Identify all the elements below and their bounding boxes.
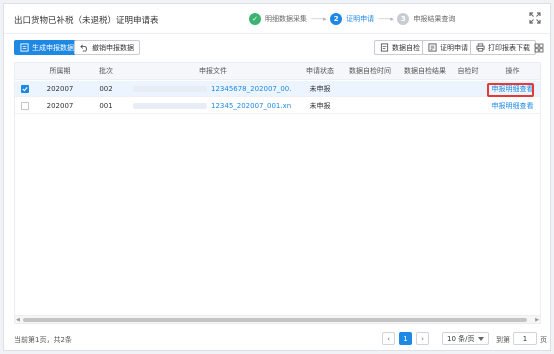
scroll-left-icon[interactable]: ◀	[16, 317, 20, 323]
cell-checker	[451, 81, 485, 96]
row-checkbox[interactable]	[21, 101, 29, 110]
redacted-file-prefix	[133, 85, 207, 92]
fullscreen-expand-icon[interactable]	[529, 12, 541, 24]
highlight-annotation-box	[487, 83, 534, 97]
step-number-2: 2	[330, 13, 343, 25]
declaration-table: 所属期 批次 申报文件 申请状态 数据自检时间 数据自检结果 自检时 操作 20…	[14, 62, 541, 324]
data-self-check-button[interactable]: 数据自检	[374, 40, 426, 55]
column-header-check-result[interactable]: 数据自检结果	[399, 63, 451, 79]
prev-page-button[interactable]: ‹	[382, 332, 395, 345]
table-row[interactable]: 202007 001 12345_202007_001.xn 未申报 申报明细查…	[15, 98, 540, 114]
select-all-cell	[15, 63, 35, 79]
data-self-check-label: 数据自检	[392, 43, 420, 52]
page-title: 出口货物已补税（未退税）证明申请表	[14, 16, 159, 26]
column-header-status[interactable]: 申请状态	[299, 63, 341, 79]
goto-page-input[interactable]	[513, 332, 537, 345]
row-checkbox-cell[interactable]	[15, 81, 35, 96]
cell-status: 未申报	[309, 84, 331, 93]
checkmark-icon	[22, 86, 28, 91]
step-label-collect[interactable]: 明细数据采集	[265, 14, 307, 24]
cell-check-result	[399, 98, 451, 113]
cell-batch: 002	[99, 84, 113, 93]
document-check-icon	[380, 43, 389, 52]
print-report-download-button[interactable]: 打印报表下载	[470, 40, 536, 55]
page-size-select[interactable]: 10 条/页	[442, 332, 489, 345]
page-header: 出口货物已补税（未退税）证明申请表 ✓ 明细数据采集 ------▸ 2 证明申…	[4, 4, 550, 34]
next-page-button[interactable]: ›	[416, 332, 429, 345]
cell-status: 未申报	[309, 101, 331, 110]
cell-checker	[451, 98, 485, 113]
view-details-link[interactable]: 申报明细查看	[485, 98, 540, 113]
file-name[interactable]: 12345678_202007_00.	[211, 85, 291, 93]
cell-check-result	[399, 81, 451, 96]
scroll-right-icon[interactable]: ▶	[535, 317, 539, 323]
pagination-summary: 当前第1页，共2条	[14, 336, 72, 344]
generate-declaration-label: 生成申报数据	[32, 43, 74, 52]
step-indicator: ✓ 明细数据采集 ------▸ 2 证明申请 ------▸ 3 申报结果查询	[249, 12, 455, 26]
page-size-value: 10 条/页	[447, 334, 475, 343]
column-settings-icon[interactable]	[534, 43, 544, 53]
certificate-apply-label: 证明申请	[440, 43, 468, 52]
step-arrow-icon: ------▸	[311, 15, 327, 23]
step-done-check-icon: ✓	[249, 13, 261, 25]
redacted-file-prefix	[133, 102, 207, 109]
goto-page-suffix: 页	[540, 336, 547, 344]
scrollbar-thumb[interactable]	[23, 318, 527, 322]
column-header-file[interactable]: 申报文件	[127, 63, 299, 79]
column-header-check-time[interactable]: 数据自检时间	[341, 63, 399, 79]
print-report-download-label: 打印报表下载	[488, 43, 530, 52]
step-arrow-icon: ------▸	[378, 15, 394, 23]
certificate-icon	[428, 43, 437, 52]
cell-batch: 001	[99, 101, 113, 110]
page-1-button[interactable]: 1	[399, 332, 412, 345]
toolbar: 生成申报数据 撤销申报数据 数据自检 证明申请 打印报表下载	[4, 34, 550, 60]
app-window: 出口货物已补税（未退税）证明申请表 ✓ 明细数据采集 ------▸ 2 证明申…	[3, 3, 551, 351]
step-number-3: 3	[397, 13, 410, 25]
cell-check-time	[341, 81, 399, 96]
table-header: 所属期 批次 申报文件 申请状态 数据自检时间 数据自检结果 自检时 操作	[15, 63, 540, 80]
chevron-down-icon	[478, 336, 484, 341]
generate-declaration-button[interactable]: 生成申报数据	[14, 40, 80, 55]
column-header-batch[interactable]: 批次	[85, 63, 127, 79]
revoke-declaration-button[interactable]: 撤销申报数据	[74, 40, 140, 55]
form-icon	[20, 43, 29, 52]
row-checkbox-checked[interactable]	[21, 84, 29, 93]
step-label-result[interactable]: 申报结果查询	[413, 14, 455, 24]
printer-icon	[476, 43, 485, 52]
undo-icon	[80, 44, 88, 52]
cell-file-link[interactable]: 12345_202007_001.xn	[127, 98, 299, 113]
row-checkbox-cell[interactable]	[15, 98, 35, 113]
cell-check-time	[341, 98, 399, 113]
cell-file-link[interactable]: 12345678_202007_00.	[127, 81, 299, 96]
step-label-apply[interactable]: 证明申请	[346, 14, 374, 24]
revoke-declaration-label: 撤销申报数据	[92, 43, 134, 52]
file-name[interactable]: 12345_202007_001.xn	[211, 102, 291, 110]
goto-page-label: 到第	[496, 336, 510, 344]
column-header-action: 操作	[505, 67, 520, 75]
certificate-apply-button[interactable]: 证明申请	[422, 40, 474, 55]
cell-period: 202007	[46, 84, 74, 93]
horizontal-scrollbar[interactable]: ◀ ▶	[15, 315, 540, 323]
cell-period: 202007	[46, 101, 74, 110]
table-row[interactable]: 202007 002 12345678_202007_00. 未申报 申报明细查…	[15, 81, 540, 97]
column-header-checker[interactable]: 自检时	[451, 63, 485, 79]
column-header-period[interactable]: 所属期	[35, 63, 85, 79]
pagination-bar: 当前第1页，共2条 ‹ 1 › 10 条/页 到第 页	[4, 328, 550, 350]
